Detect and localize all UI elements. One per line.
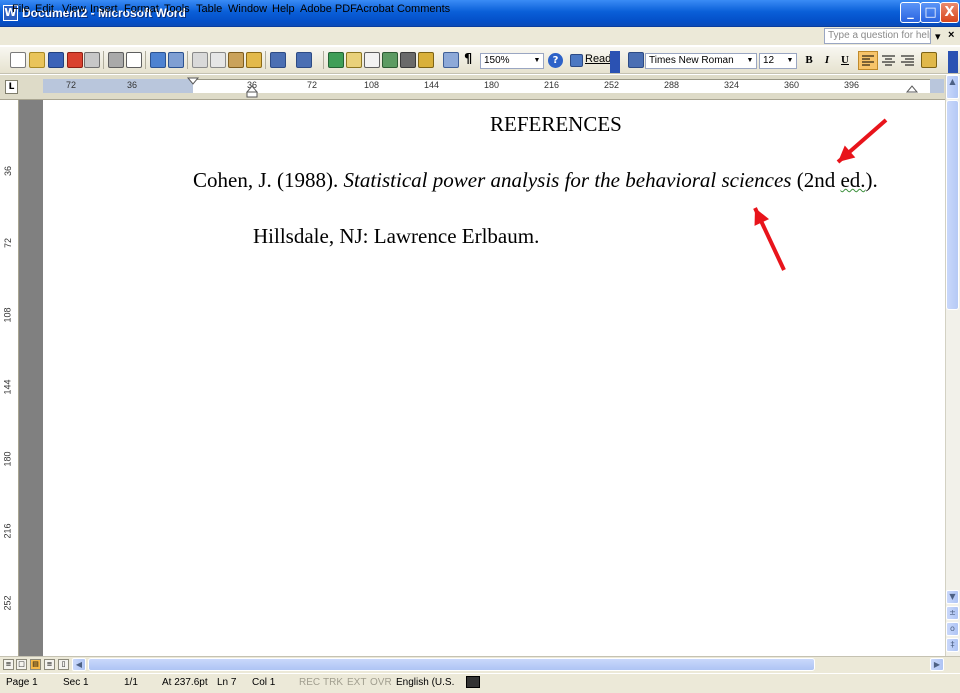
vertical-ruler[interactable] — [0, 100, 19, 656]
reference-edition-word: ed. — [840, 168, 866, 192]
ruler-markers — [186, 77, 919, 98]
vruler-tick: 36 — [3, 165, 14, 177]
status-page[interactable]: Page 1 — [6, 677, 38, 688]
reference-edition-open: (2nd — [791, 168, 841, 192]
status-at[interactable]: At 237.6pt — [162, 677, 208, 688]
status-rec[interactable]: REC — [299, 677, 320, 688]
vertical-scroll-thumb[interactable] — [946, 100, 959, 310]
reference-line-2[interactable]: Hillsdale, NJ: Lawrence Erlbaum. — [253, 224, 539, 249]
status-page-count[interactable]: 1/1 — [124, 677, 138, 688]
vruler-tick: 216 — [2, 523, 13, 539]
status-bar — [0, 673, 960, 693]
status-ovr[interactable]: OVR — [370, 677, 392, 688]
next-page-button[interactable]: ‡ — [946, 638, 959, 652]
scroll-right-button[interactable]: ▶ — [930, 658, 944, 671]
spelling-status-icon[interactable] — [466, 676, 480, 688]
reference-author-year: Cohen, J. (1988). — [193, 168, 344, 192]
outline-view-icon[interactable]: ≡ — [44, 659, 55, 670]
horizontal-scroll-thumb[interactable] — [88, 658, 815, 671]
right-indent-marker — [905, 85, 919, 93]
ruler-right-margin — [930, 79, 944, 93]
references-heading[interactable]: REFERENCES — [490, 112, 622, 137]
vruler-tick: 144 — [2, 379, 13, 395]
first-line-indent-marker — [186, 77, 200, 85]
status-language[interactable]: English (U.S. — [396, 677, 454, 688]
status-trk[interactable]: TRK — [323, 677, 343, 688]
status-line[interactable]: Ln 7 — [217, 677, 236, 688]
reading-layout-icon[interactable]: ▯ — [58, 659, 69, 670]
reference-title: Statistical power analysis for the behav… — [343, 168, 792, 192]
select-browse-object-button[interactable]: o — [946, 622, 959, 636]
vruler-tick: 180 — [2, 451, 13, 467]
scroll-left-button[interactable]: ◀ — [72, 658, 86, 671]
scroll-up-button[interactable]: ▲ — [946, 75, 959, 99]
web-layout-icon[interactable]: □ — [16, 659, 27, 670]
left-indent-marker — [246, 91, 258, 98]
reference-line-1[interactable]: Cohen, J. (1988). Statistical power anal… — [193, 168, 878, 193]
previous-page-button[interactable]: ± — [946, 606, 959, 620]
normal-view-icon[interactable]: ≡ — [3, 659, 14, 670]
status-column[interactable]: Col 1 — [252, 677, 275, 688]
scroll-down-button[interactable]: ▼ — [946, 590, 959, 604]
status-section[interactable]: Sec 1 — [63, 677, 89, 688]
vruler-tick: 252 — [2, 595, 13, 611]
print-layout-icon[interactable]: ▤ — [30, 659, 41, 670]
reference-edition-close: ). — [865, 168, 878, 192]
vruler-tick: 108 — [2, 307, 13, 323]
status-ext[interactable]: EXT — [347, 677, 366, 688]
vruler-tick: 72 — [3, 237, 14, 249]
hanging-indent-marker — [245, 85, 259, 93]
